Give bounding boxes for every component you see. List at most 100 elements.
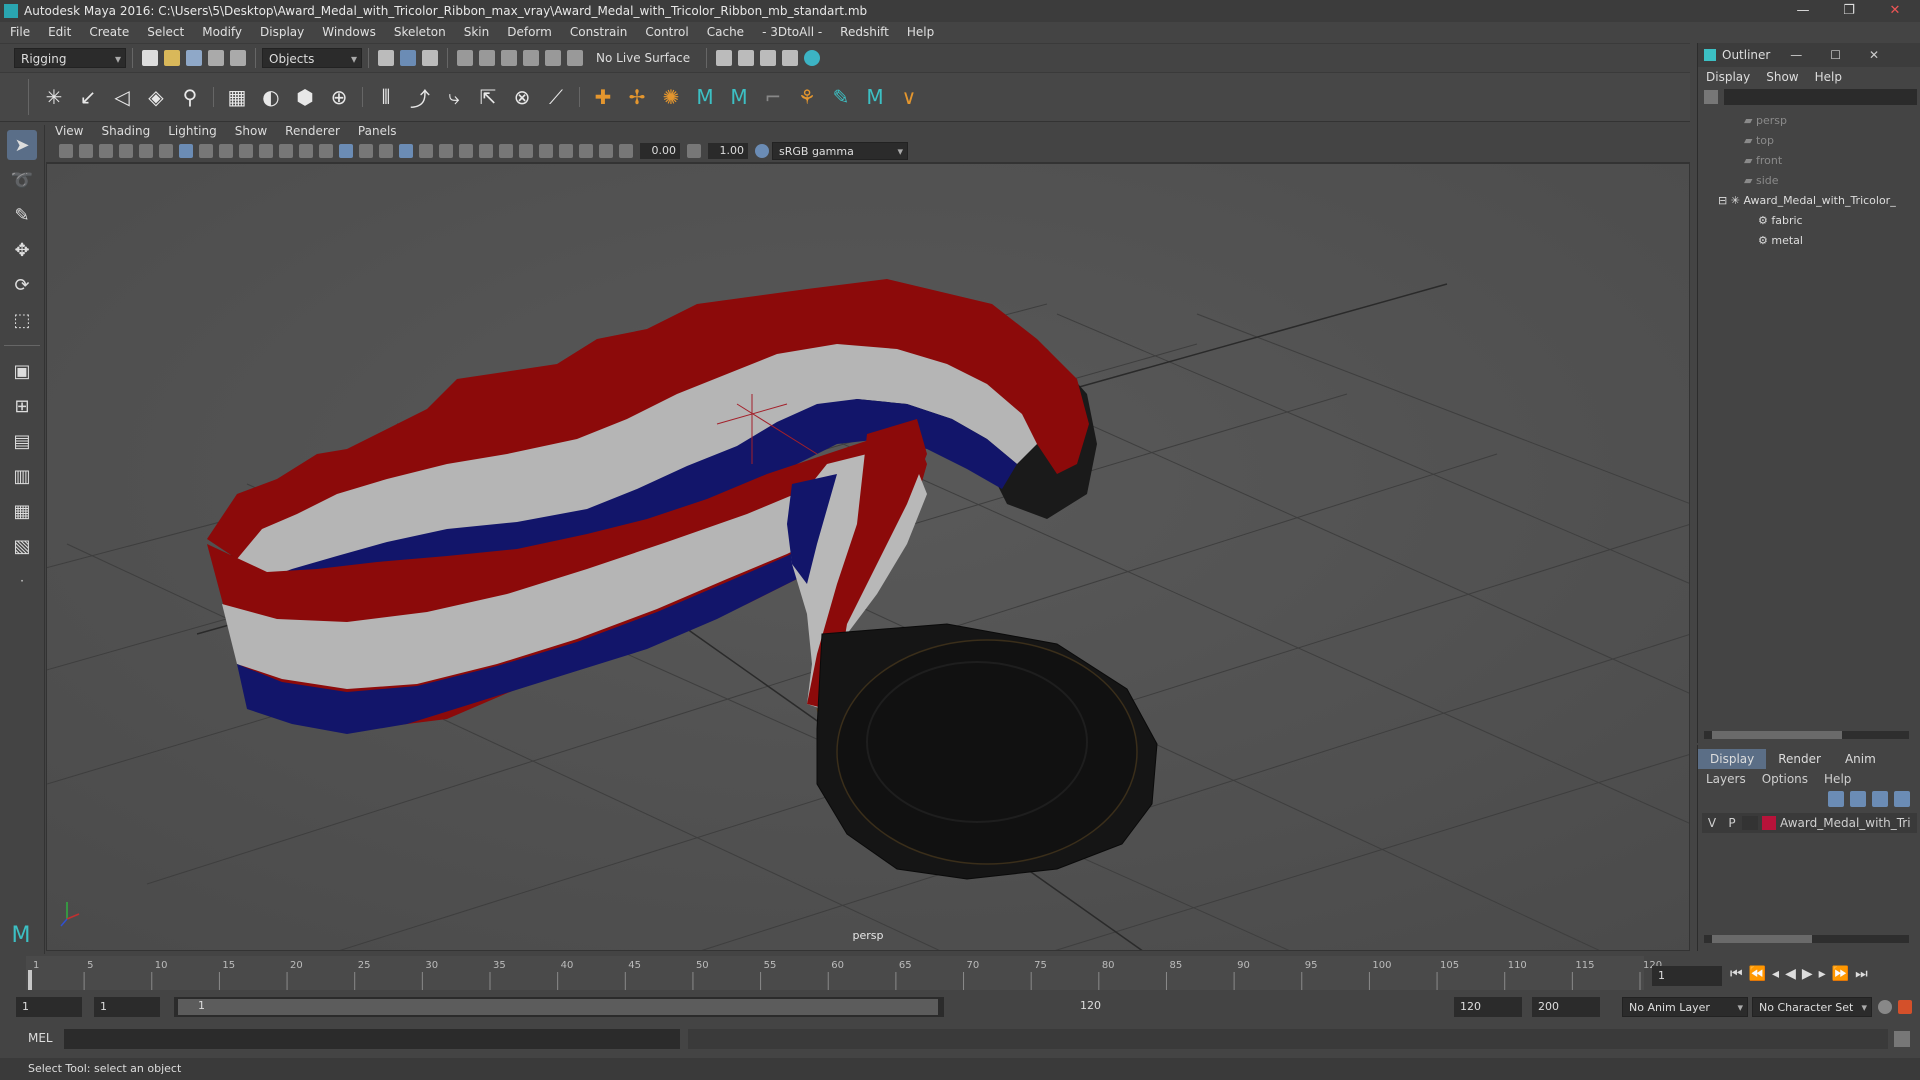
live-surface-label[interactable]: No Live Surface <box>596 51 690 65</box>
auto-key-icon[interactable] <box>1878 1000 1892 1014</box>
step-back-key-icon[interactable]: ⏪ <box>1749 966 1772 982</box>
menu-select[interactable]: Select <box>147 25 184 39</box>
menu-cache[interactable]: Cache <box>707 25 744 39</box>
bookmark-icon[interactable] <box>99 144 113 158</box>
ipr-render-icon[interactable] <box>760 50 777 66</box>
exposure-field[interactable]: 0.00 <box>640 143 680 159</box>
paint-weights-icon[interactable]: ⚘ <box>795 85 819 109</box>
scale-tool-icon[interactable]: ⬚ <box>7 305 37 335</box>
outliner-camera-side[interactable]: ▰ side <box>1744 171 1920 191</box>
single-view-icon[interactable]: ▣ <box>7 356 37 386</box>
range-slider-bar[interactable] <box>178 999 938 1015</box>
play-forward-icon[interactable]: ▶ <box>1802 966 1819 982</box>
layer-color-swatch[interactable] <box>1762 816 1776 830</box>
time-slider[interactable]: 1 5 10 15 20 25 30 35 40 45 50 55 60 65 70 75 80 85 90 95 10… <box>0 954 1920 994</box>
smooth-shade-icon[interactable] <box>339 144 353 158</box>
layer-visibility[interactable]: V <box>1702 816 1722 830</box>
play-back-icon[interactable]: ◀ <box>1785 966 1802 982</box>
ik-spline-icon[interactable]: ◁ <box>110 85 134 109</box>
anim-layer-dropdown[interactable]: No Anim Layer <box>1622 997 1748 1018</box>
mudbox-icon[interactable]: M <box>693 85 717 109</box>
snap-curve-icon[interactable] <box>479 50 495 66</box>
menu-skin[interactable]: Skin <box>464 25 490 39</box>
layer-row[interactable]: V P Award_Medal_with_Tri <box>1702 813 1917 833</box>
render-settings-icon[interactable] <box>782 50 799 66</box>
minimize-button[interactable]: — <box>1786 0 1820 22</box>
current-frame-field[interactable]: 1 <box>1652 966 1722 986</box>
command-language-label[interactable]: MEL <box>28 1031 53 1045</box>
xray-components-icon[interactable] <box>599 144 613 158</box>
current-time-marker[interactable] <box>28 970 32 990</box>
mudbox-send-icon[interactable]: M <box>727 85 751 109</box>
four-view-icon[interactable]: ⊞ <box>7 391 37 421</box>
layer-menu-options[interactable]: Options <box>1762 772 1808 786</box>
outliner-camera-front[interactable]: ▰ front <box>1744 151 1920 171</box>
menu-deform[interactable]: Deform <box>507 25 552 39</box>
preferences-icon[interactable] <box>1898 1000 1912 1014</box>
shadows-icon[interactable] <box>439 144 453 158</box>
depth-of-field-icon[interactable] <box>519 144 533 158</box>
select-component-icon[interactable] <box>422 50 438 66</box>
select-tool-icon[interactable]: ➤ <box>7 130 37 160</box>
layout-more-icon[interactable]: · <box>7 566 37 596</box>
restore-button[interactable]: ❐ <box>1832 0 1866 22</box>
move-tool-icon[interactable]: ✥ <box>7 235 37 265</box>
menu-constrain[interactable]: Constrain <box>570 25 628 39</box>
vp-menu-panels[interactable]: Panels <box>358 124 397 138</box>
view-transform-dropdown[interactable]: sRGB gamma <box>772 142 908 161</box>
redo-icon[interactable] <box>230 50 246 66</box>
menu-skeleton[interactable]: Skeleton <box>394 25 446 39</box>
menu-set-dropdown[interactable]: Rigging <box>14 48 126 69</box>
outliner-node-metal[interactable]: ⚙ metal <box>1758 231 1920 251</box>
layer-h-scrollbar[interactable] <box>1704 935 1909 943</box>
grid-icon[interactable] <box>179 144 193 158</box>
safe-action-icon[interactable] <box>279 144 293 158</box>
multisample-aa-icon[interactable] <box>499 144 513 158</box>
bind-skin-icon[interactable]: ▦ <box>225 85 249 109</box>
tab-render[interactable]: Render <box>1766 749 1833 769</box>
outliner-camera-top[interactable]: ▰ top <box>1744 131 1920 151</box>
go-to-start-icon[interactable]: ⏮ <box>1730 966 1749 982</box>
lattice-icon[interactable]: ⬢ <box>293 85 317 109</box>
select-object-icon[interactable] <box>400 50 416 66</box>
joint-tool-icon[interactable]: ✳ <box>42 85 66 109</box>
two-d-pan-icon[interactable] <box>139 144 153 158</box>
outliner-h-scrollbar[interactable] <box>1704 731 1909 739</box>
new-layer-icon[interactable] <box>1872 791 1888 807</box>
mudbox-export-icon[interactable]: M <box>863 85 887 109</box>
outliner-filter-icon[interactable] <box>1704 90 1718 104</box>
outliner-scroll-thumb[interactable] <box>1712 731 1842 739</box>
move-layer-up-icon[interactable] <box>1828 791 1844 807</box>
animation-start-field[interactable]: 1 <box>16 997 82 1017</box>
outliner-menu-show[interactable]: Show <box>1766 70 1798 84</box>
isolate-select-icon[interactable] <box>539 144 553 158</box>
viewport-scene[interactable] <box>47 164 1690 951</box>
layout-vertical-icon[interactable]: ▦ <box>7 496 37 526</box>
layer-menu-layers[interactable]: Layers <box>1706 772 1746 786</box>
constraint-parent-icon[interactable]: ⊗ <box>510 85 534 109</box>
vp-menu-lighting[interactable]: Lighting <box>168 124 217 138</box>
playback-start-field[interactable]: 1 <box>94 997 160 1017</box>
layer-menu-help[interactable]: Help <box>1824 772 1851 786</box>
go-to-end-icon[interactable]: ⏭ <box>1855 966 1874 982</box>
menu-control[interactable]: Control <box>645 25 688 39</box>
field-chart-icon[interactable] <box>259 144 273 158</box>
image-plane-icon[interactable] <box>119 144 133 158</box>
lasso-tool-icon[interactable]: ➰ <box>7 165 37 195</box>
constraint-point-icon[interactable]: ⫴ <box>374 85 398 109</box>
snap-point-icon[interactable] <box>501 50 517 66</box>
outliner-camera-persp[interactable]: ▰ persp <box>1744 111 1920 131</box>
grease-pencil-icon[interactable] <box>159 144 173 158</box>
outliner-menu-help[interactable]: Help <box>1815 70 1842 84</box>
wireframe-on-shaded-icon[interactable] <box>379 144 393 158</box>
camera-attributes-icon[interactable] <box>79 144 93 158</box>
menu-edit[interactable]: Edit <box>48 25 71 39</box>
range-slider[interactable]: 1 120 <box>174 997 1101 1017</box>
rotate-tool-icon[interactable]: ⟳ <box>7 270 37 300</box>
paint-skin-icon[interactable]: ✎ <box>829 85 853 109</box>
vp-menu-view[interactable]: View <box>55 124 83 138</box>
xray-icon[interactable] <box>559 144 573 158</box>
render-view-icon[interactable] <box>716 50 733 66</box>
outliner-root-node[interactable]: ⊟ ✳ Award_Medal_with_Tricolor_ <box>1718 191 1920 211</box>
snap-grid-icon[interactable] <box>457 50 473 66</box>
